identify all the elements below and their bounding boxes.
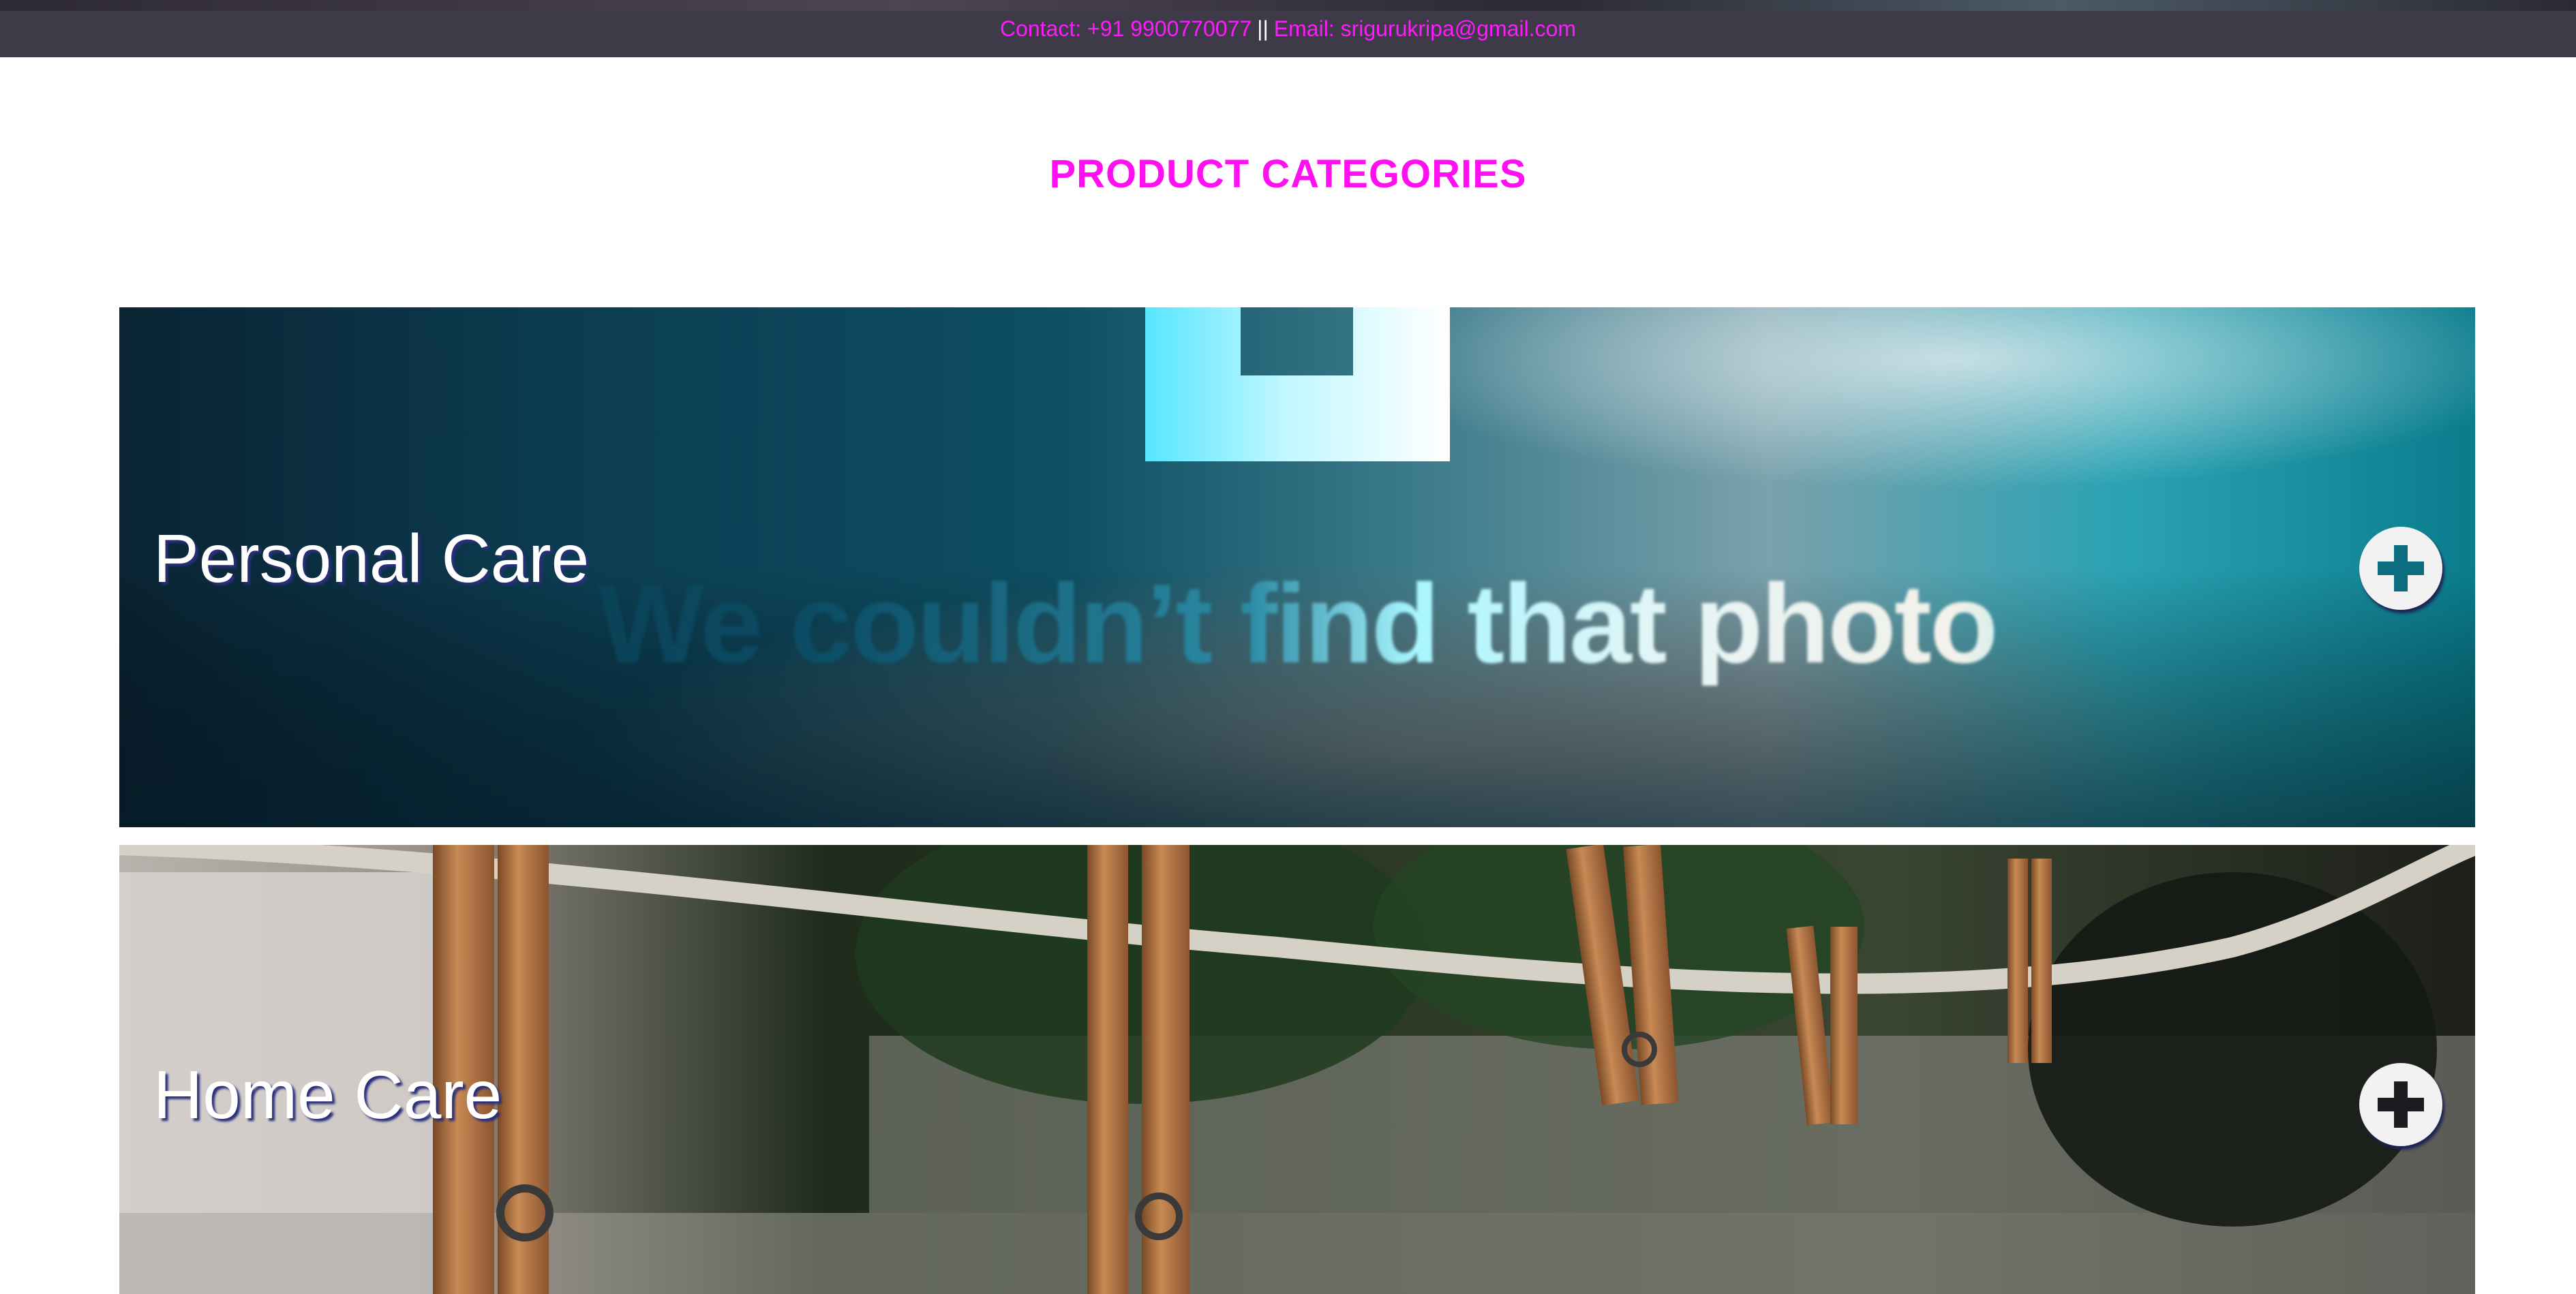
contact-separator: || xyxy=(1257,16,1269,41)
plus-icon xyxy=(2378,1081,2424,1128)
contact-bar: Contact: +91 9900770077 || Email: srigur… xyxy=(0,0,2576,57)
category-card-home-care[interactable]: Home Care xyxy=(119,845,2475,1294)
plus-icon xyxy=(2378,545,2424,591)
category-title: Home Care xyxy=(153,1057,502,1133)
category-title: Personal Care xyxy=(153,521,590,597)
contact-email[interactable]: Email: srigurukripa@gmail.com xyxy=(1274,16,1576,42)
expand-button[interactable] xyxy=(2359,1063,2442,1146)
page-title: PRODUCT CATEGORIES xyxy=(1049,152,1527,196)
category-card-personal-care[interactable]: We couldn’t find that photo Personal Car… xyxy=(119,307,2475,827)
contact-phone[interactable]: Contact: +91 9900770077 xyxy=(1000,16,1252,42)
expand-button[interactable] xyxy=(2359,527,2442,610)
